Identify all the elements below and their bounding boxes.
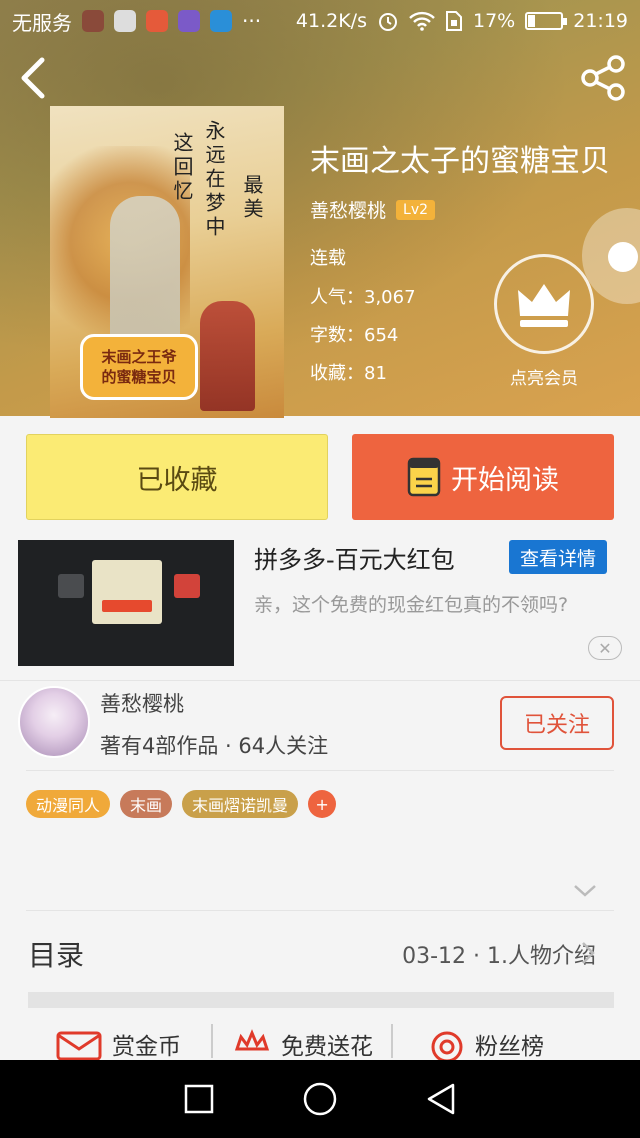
carrier-label: 无服务 xyxy=(12,10,72,35)
book-icon xyxy=(407,457,441,497)
vip-label: 点亮会员 xyxy=(510,369,578,389)
cover-label-line: 的蜜糖宝贝 xyxy=(101,368,177,386)
vip-button[interactable] xyxy=(494,254,594,354)
book-cover[interactable]: 这回忆 永远在梦中 最美 末画之王爷 的蜜糖宝贝 xyxy=(50,106,284,418)
book-title: 末画之太子的蜜糖宝贝 xyxy=(310,144,610,179)
divider xyxy=(0,680,640,681)
author-level-badge: Lv2 xyxy=(396,199,436,220)
paw-app-icon xyxy=(210,10,232,32)
divider xyxy=(26,910,614,911)
tag[interactable]: 末画 xyxy=(120,790,173,818)
book-popularity: 人气：3,067 xyxy=(310,287,416,308)
reward-coins-button[interactable]: 赏金币 xyxy=(56,1024,181,1064)
action-separator xyxy=(211,1024,213,1058)
chevron-right-icon[interactable] xyxy=(580,940,596,966)
cover-text: 永远在梦中 xyxy=(202,120,226,240)
cover-figure xyxy=(200,301,255,411)
toc-label: 目录 xyxy=(28,939,85,972)
send-flower-button[interactable]: 免费送花 xyxy=(233,1024,373,1064)
home-icon[interactable] xyxy=(302,1081,338,1117)
author-name[interactable]: 善愁樱桃 xyxy=(310,196,386,223)
toc-latest-chapter[interactable]: 03-12 · 1.人物介绍 xyxy=(402,938,596,970)
ad-thumb xyxy=(174,574,200,598)
share-icon[interactable] xyxy=(578,52,630,104)
clock: 21:19 xyxy=(573,10,628,32)
follow-button[interactable]: 已关注 xyxy=(500,696,614,750)
book-favorites: 收藏：81 xyxy=(310,363,387,384)
battery-icon xyxy=(525,12,568,30)
tag[interactable]: 末画熠诺凯曼 xyxy=(182,790,299,818)
fan-ranking-button[interactable]: 粉丝榜 xyxy=(429,1024,544,1064)
close-icon[interactable]: ✕ xyxy=(588,636,622,660)
ad-description: 亲，这个免费的现金红包真的不领吗? xyxy=(254,594,569,616)
add-tag-button[interactable]: + xyxy=(308,790,337,818)
game-app-icon xyxy=(82,10,104,32)
book-status: 连载 xyxy=(310,248,346,269)
sim-icon xyxy=(446,11,462,31)
book-word-count: 字数：654 xyxy=(310,325,399,346)
more-notifications: ··· xyxy=(242,9,262,33)
cover-text: 最美 xyxy=(240,174,264,222)
battery-percent: 17% xyxy=(473,10,516,32)
crown-icon xyxy=(518,284,570,327)
author-info-name[interactable]: 善愁樱桃 xyxy=(100,688,184,718)
cover-label: 末画之王爷 的蜜糖宝贝 xyxy=(80,334,198,400)
start-reading-button[interactable]: 开始阅读 xyxy=(352,434,614,520)
ad-detail-button[interactable]: 查看详情 xyxy=(509,540,607,574)
ad-thumb xyxy=(58,574,84,598)
envelope-icon xyxy=(56,1031,102,1061)
send-flower-label: 免费送花 xyxy=(281,1034,373,1060)
action-separator xyxy=(391,1024,393,1058)
tag-list: 动漫同人 末画 末画熠诺凯曼 + xyxy=(26,790,337,818)
target-icon xyxy=(431,1031,463,1061)
chevron-down-icon[interactable] xyxy=(572,880,598,900)
flower-icon xyxy=(234,1029,270,1051)
ad-title[interactable]: 拼多多-百元大红包 xyxy=(254,540,455,575)
tag[interactable]: 动漫同人 xyxy=(26,790,111,818)
reward-coins-label: 赏金币 xyxy=(112,1034,181,1060)
cover-label-line: 末画之王爷 xyxy=(101,348,177,366)
system-nav-bar xyxy=(0,1060,640,1138)
store-app-icon xyxy=(146,10,168,32)
section-separator xyxy=(28,992,614,1008)
network-speed: 41.2K/s xyxy=(295,10,367,32)
author-row[interactable]: 善愁樱桃 Lv2 xyxy=(310,196,436,223)
avatar[interactable] xyxy=(18,686,90,758)
recent-apps-icon[interactable] xyxy=(183,1083,215,1115)
back-nav-icon[interactable] xyxy=(425,1082,457,1116)
ad-image[interactable] xyxy=(18,540,234,666)
back-icon[interactable] xyxy=(14,54,54,102)
author-info-stats: 著有4部作品 · 64人关注 xyxy=(100,734,329,758)
cover-text: 这回忆 xyxy=(170,132,194,204)
ad-popup-preview xyxy=(92,560,162,624)
qr-app-icon xyxy=(114,10,136,32)
divider xyxy=(26,770,614,771)
fan-ranking-label: 粉丝榜 xyxy=(475,1034,544,1060)
wifi-icon xyxy=(409,11,435,31)
start-reading-label: 开始阅读 xyxy=(451,464,559,496)
bottom-actions: 赏金币 免费送花 粉丝榜 xyxy=(0,1024,640,1064)
gallery-app-icon xyxy=(178,10,200,32)
collect-button[interactable]: 已收藏 xyxy=(26,434,328,520)
status-bar: 无服务 ··· 41.2K/s 17% 21:19 xyxy=(0,0,640,42)
alarm-icon xyxy=(379,13,397,31)
